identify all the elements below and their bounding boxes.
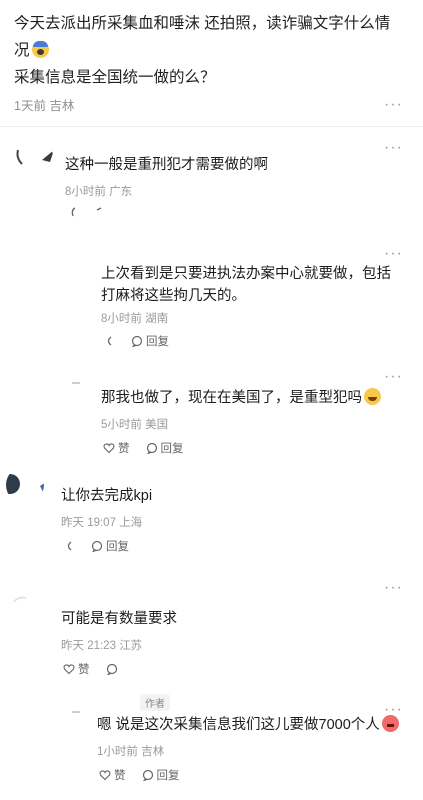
comment-more-icon[interactable]: ··· bbox=[384, 369, 403, 385]
reply-button[interactable] bbox=[95, 206, 105, 218]
like-button[interactable]: 赞 bbox=[103, 440, 130, 456]
heart-icon bbox=[99, 770, 111, 781]
reply-button[interactable] bbox=[106, 663, 118, 675]
heart-icon bbox=[107, 336, 112, 346]
reply-icon bbox=[96, 207, 102, 211]
comment-time-location: 昨天 21:23 江苏 bbox=[61, 640, 143, 652]
reply-icon bbox=[146, 442, 157, 454]
comment-actions: 赞 回复 bbox=[99, 767, 180, 783]
comment-text: 上次看到是只要进执法办案中心就要做，包括打麻将这些拘几天的。 bbox=[101, 266, 391, 304]
comment-actions: 回复 bbox=[103, 333, 169, 349]
comment-more-icon[interactable]: ··· bbox=[384, 140, 403, 156]
post-time-location: 1天前 吉林 bbox=[14, 99, 75, 113]
reply-icon bbox=[131, 335, 143, 347]
comment-more-icon[interactable]: ··· bbox=[384, 246, 403, 262]
like-button[interactable]: 赞 bbox=[99, 767, 126, 783]
heart-icon bbox=[103, 443, 115, 454]
comment-actions: 回复 bbox=[63, 538, 129, 554]
avatar[interactable] bbox=[6, 466, 44, 504]
reply-button[interactable]: 回复 bbox=[91, 538, 129, 554]
comment-time-location: 5小时前 美国 bbox=[101, 419, 169, 431]
comment-time-location: 8小时前 湖南 bbox=[101, 313, 169, 325]
reply-icon bbox=[106, 663, 117, 675]
like-button[interactable] bbox=[67, 206, 79, 218]
comment-actions: 赞 回复 bbox=[103, 440, 184, 456]
post-divider bbox=[0, 126, 423, 127]
heart-icon bbox=[67, 541, 72, 551]
post-more-icon[interactable]: ··· bbox=[384, 97, 403, 113]
reply-icon bbox=[142, 769, 153, 781]
comment-more-icon[interactable]: ··· bbox=[384, 580, 403, 596]
reply-button[interactable]: 回复 bbox=[131, 333, 169, 349]
avatar[interactable] bbox=[70, 710, 84, 724]
reply-icon bbox=[91, 540, 103, 552]
post-text-line2: 况 bbox=[14, 42, 30, 59]
comment-text: 让你去完成kpi bbox=[61, 488, 153, 504]
grinning-face-icon bbox=[364, 388, 381, 405]
comment-actions bbox=[67, 206, 105, 218]
comment-time-location: 昨天 19:07 上海 bbox=[61, 517, 143, 529]
comment-text: 可能是有数量要求 bbox=[61, 611, 177, 627]
avatar[interactable] bbox=[8, 590, 46, 628]
post-text-line1: 今天去派出所采集血和唾沫 还拍照，读诈骗文字什么情 bbox=[14, 15, 391, 32]
avatar[interactable] bbox=[14, 140, 54, 180]
reply-button[interactable]: 回复 bbox=[142, 767, 180, 783]
comment-time-location: 1小时前 吉林 bbox=[97, 746, 165, 758]
like-button[interactable]: 赞 bbox=[63, 661, 90, 677]
author-badge: 作者 bbox=[140, 694, 170, 711]
angry-face-icon bbox=[381, 715, 399, 732]
like-button[interactable] bbox=[63, 540, 75, 552]
avatar[interactable] bbox=[70, 381, 84, 395]
shocked-face-icon bbox=[31, 41, 49, 58]
comment-text: 嗯 说是这次采集信息我们这儿要做7000个人 bbox=[97, 714, 399, 736]
post-text-line3: 采集信息是全国统一做的么？ bbox=[14, 69, 216, 86]
reply-button[interactable]: 回复 bbox=[146, 440, 184, 456]
like-button[interactable] bbox=[103, 335, 115, 347]
comment-time-location: 8小时前 广东 bbox=[65, 186, 133, 198]
post-body: 今天去派出所采集血和唾沫 还拍照，读诈骗文字什么情 况 采集信息是全国统一做的么… bbox=[14, 10, 412, 91]
comment-text: 那我也做了，现在在美国了，是重型犯吗 bbox=[101, 387, 381, 409]
comment-actions: 赞 bbox=[63, 661, 118, 677]
heart-icon bbox=[63, 664, 75, 675]
comment-text: 这种一般是重刑犯才需要做的啊 bbox=[65, 157, 268, 173]
heart-icon bbox=[71, 207, 76, 217]
